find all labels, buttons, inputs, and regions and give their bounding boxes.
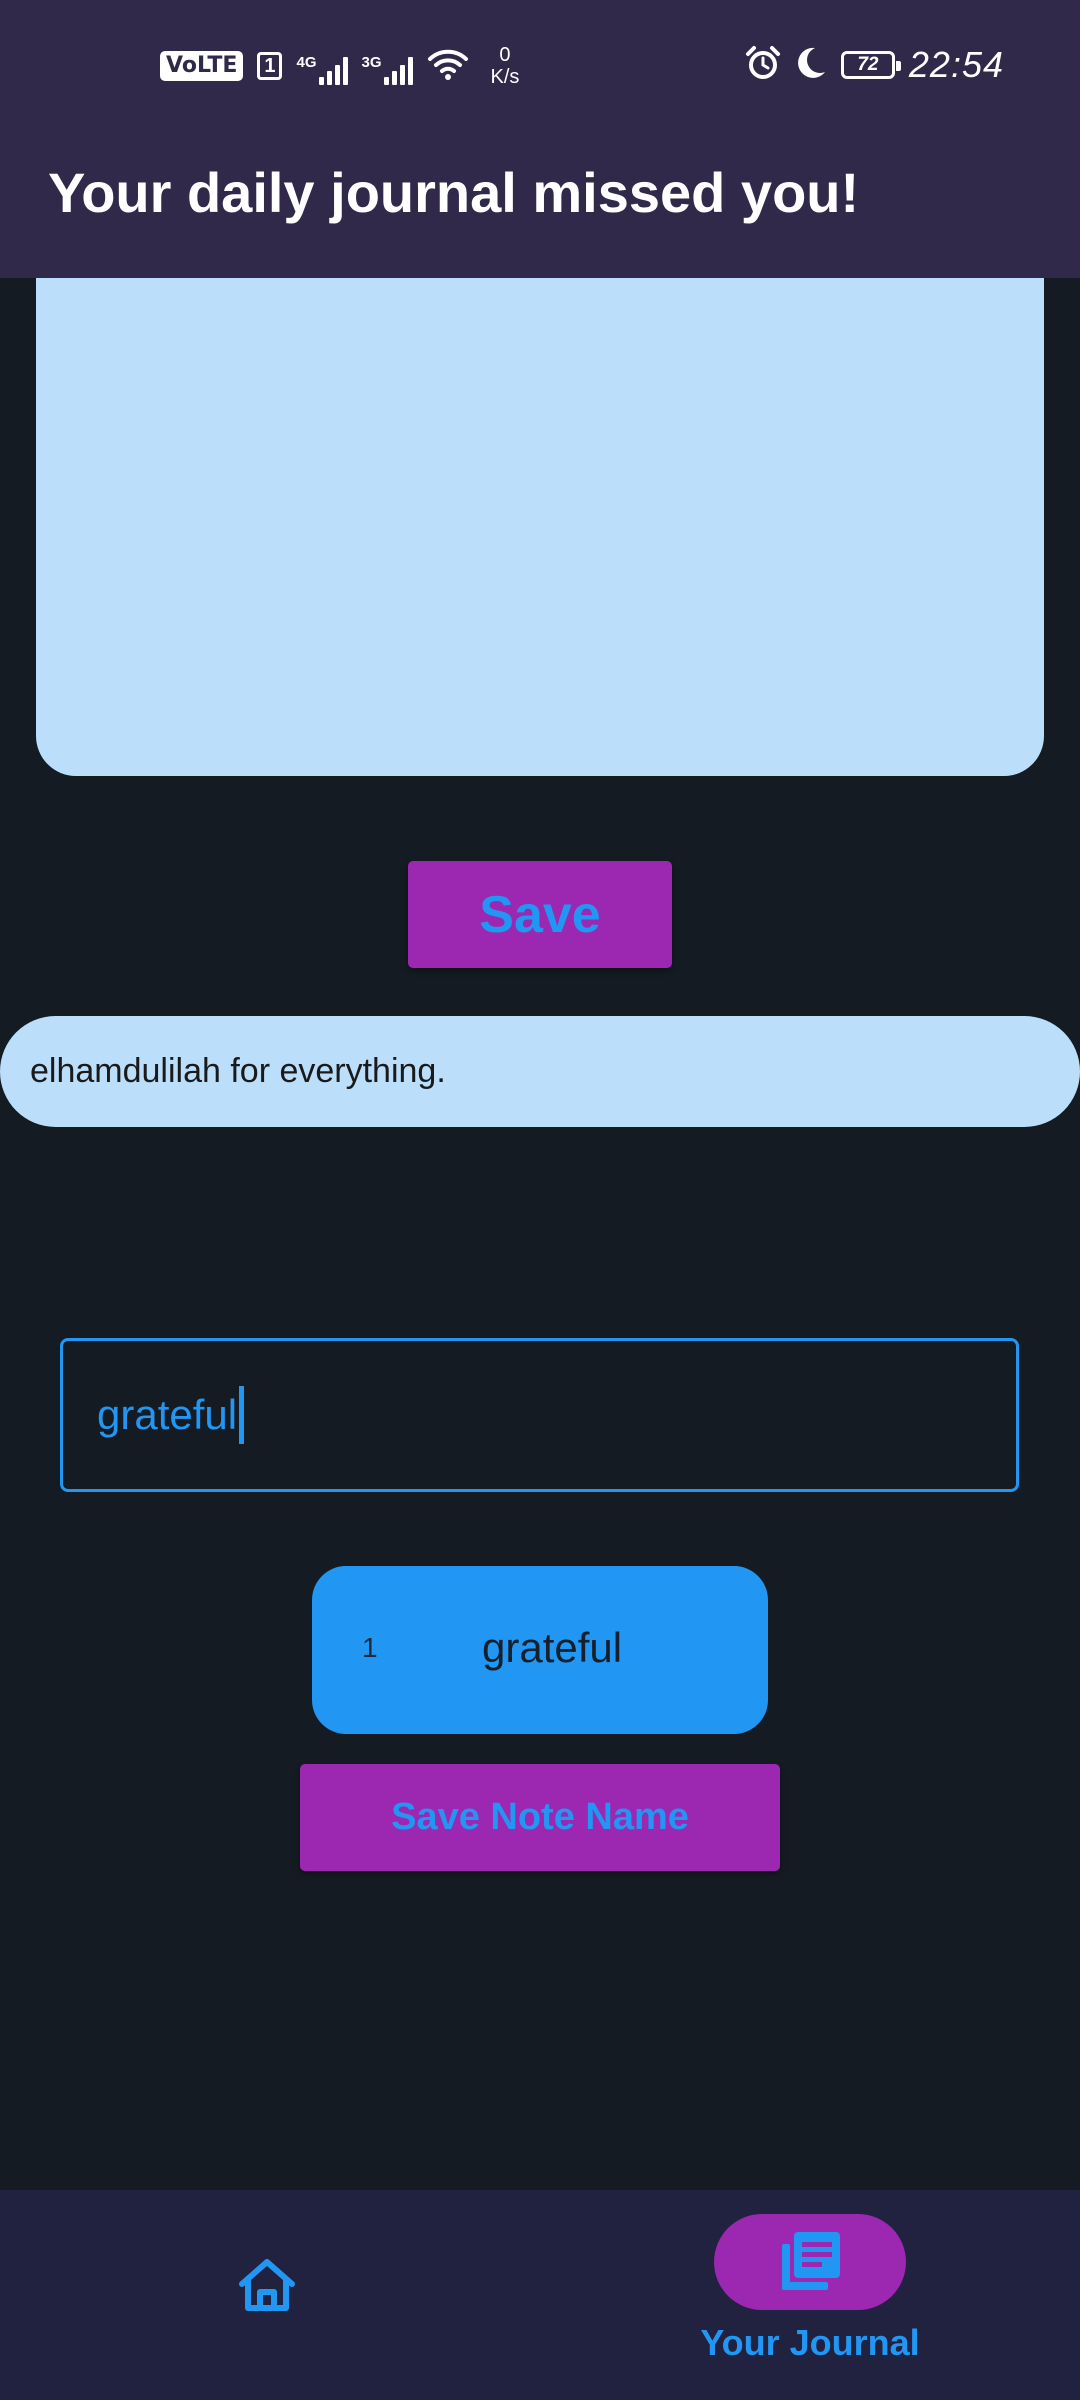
status-bar: VoLTE 1 4G 3G 0 K/s 72 22:54 xyxy=(0,0,1080,130)
signal-icon: 4G xyxy=(296,47,348,85)
speed-unit: K/s xyxy=(490,66,520,88)
network-type-2: 3G xyxy=(361,54,382,71)
network-type-1: 4G xyxy=(296,54,317,71)
network-speed: 0 K/s xyxy=(491,44,520,88)
note-name-input[interactable]: grateful xyxy=(60,1338,1019,1492)
save-note-name-button[interactable]: Save Note Name xyxy=(300,1764,780,1871)
battery-level: 72 xyxy=(857,54,879,75)
home-icon xyxy=(239,2259,295,2311)
volte-badge: VoLTE xyxy=(160,51,244,81)
app-screen: VoLTE 1 4G 3G 0 K/s 72 22:54 Your daily … xyxy=(0,0,1080,2400)
signal-icon: 3G xyxy=(362,47,413,85)
moon-icon xyxy=(795,46,827,85)
speed-value: 0 xyxy=(499,44,511,66)
status-bar-right: 72 22:54 xyxy=(745,44,1004,86)
nav-item-active-indicator xyxy=(714,2214,906,2310)
text-cursor xyxy=(239,1386,245,1444)
journal-text-area[interactable] xyxy=(36,278,1044,776)
note-name-chip-index: 1 xyxy=(362,1632,378,1663)
note-name-chip-label: grateful xyxy=(482,1624,623,1671)
journal-entry-text: elhamdulilah for everything. xyxy=(30,1052,446,1090)
app-bar: Your daily journal missed you! xyxy=(0,130,1080,278)
alarm-icon xyxy=(745,45,781,86)
status-bar-left: VoLTE 1 4G 3G 0 K/s xyxy=(160,44,519,88)
note-name-value: grateful xyxy=(97,1391,238,1438)
journal-entry-card[interactable]: elhamdulilah for everything. xyxy=(0,1016,1080,1127)
sim-badge: 1 xyxy=(257,52,283,80)
journal-icon xyxy=(782,2232,840,2290)
status-time: 22:54 xyxy=(908,44,1004,85)
bottom-navigation: Your Journal xyxy=(0,2190,1080,2400)
nav-item-your-journal[interactable]: Your Journal xyxy=(680,2214,940,2384)
save-button[interactable]: Save xyxy=(408,861,672,968)
nav-item-label: Your Journal xyxy=(700,2322,920,2363)
note-name-chip[interactable]: 1 grateful xyxy=(312,1566,768,1734)
battery-icon: 72 xyxy=(840,51,901,79)
nav-item-home[interactable] xyxy=(200,2210,340,2360)
page-title: Your daily journal missed you! xyxy=(48,161,860,224)
wifi-icon xyxy=(427,47,469,86)
